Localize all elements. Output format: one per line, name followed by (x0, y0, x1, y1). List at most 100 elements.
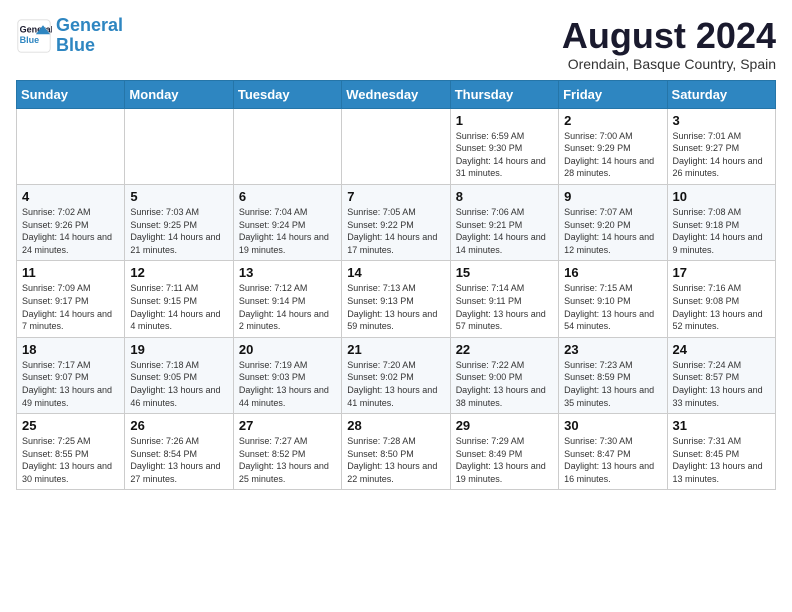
day-number: 28 (347, 418, 444, 433)
day-cell: 20 Sunrise: 7:19 AM Sunset: 9:03 PM Dayli… (233, 337, 341, 413)
day-cell: 1 Sunrise: 6:59 AM Sunset: 9:30 PM Daylig… (450, 108, 558, 184)
day-number: 16 (564, 265, 661, 280)
day-number: 13 (239, 265, 336, 280)
day-info: Sunrise: 7:01 AM Sunset: 9:27 PM Dayligh… (673, 130, 770, 180)
day-cell: 21 Sunrise: 7:20 AM Sunset: 9:02 PM Dayli… (342, 337, 450, 413)
day-cell: 18 Sunrise: 7:17 AM Sunset: 9:07 PM Dayli… (17, 337, 125, 413)
day-info: Sunrise: 7:29 AM Sunset: 8:49 PM Dayligh… (456, 435, 553, 485)
day-info: Sunrise: 6:59 AM Sunset: 9:30 PM Dayligh… (456, 130, 553, 180)
day-info: Sunrise: 7:20 AM Sunset: 9:02 PM Dayligh… (347, 359, 444, 409)
day-info: Sunrise: 7:24 AM Sunset: 8:57 PM Dayligh… (673, 359, 770, 409)
day-info: Sunrise: 7:22 AM Sunset: 9:00 PM Dayligh… (456, 359, 553, 409)
day-info: Sunrise: 7:14 AM Sunset: 9:11 PM Dayligh… (456, 282, 553, 332)
day-cell: 19 Sunrise: 7:18 AM Sunset: 9:05 PM Dayli… (125, 337, 233, 413)
day-info: Sunrise: 7:03 AM Sunset: 9:25 PM Dayligh… (130, 206, 227, 256)
day-number: 12 (130, 265, 227, 280)
location: Orendain, Basque Country, Spain (562, 56, 776, 72)
day-info: Sunrise: 7:18 AM Sunset: 9:05 PM Dayligh… (130, 359, 227, 409)
day-cell: 17Sunrise: 7:16 AM Sunset: 9:08 PM Dayli… (667, 261, 775, 337)
day-number: 9 (564, 189, 661, 204)
day-info: Sunrise: 7:08 AM Sunset: 9:18 PM Dayligh… (673, 206, 770, 256)
logo: General Blue GeneralBlue (16, 16, 123, 56)
day-number: 27 (239, 418, 336, 433)
day-cell: 22 Sunrise: 7:22 AM Sunset: 9:00 PM Dayli… (450, 337, 558, 413)
day-cell: 9 Sunrise: 7:07 AM Sunset: 9:20 PM Daylig… (559, 184, 667, 260)
day-cell (233, 108, 341, 184)
day-info: Sunrise: 7:09 AM Sunset: 9:17 PM Dayligh… (22, 282, 119, 332)
day-info: Sunrise: 7:00 AM Sunset: 9:29 PM Dayligh… (564, 130, 661, 180)
day-info: Sunrise: 7:11 AM Sunset: 9:15 PM Dayligh… (130, 282, 227, 332)
day-cell (125, 108, 233, 184)
day-number: 1 (456, 113, 553, 128)
weekday-wednesday: Wednesday (342, 80, 450, 108)
day-info: Sunrise: 7:15 AM Sunset: 9:10 PM Dayligh… (564, 282, 661, 332)
day-info: Sunrise: 7:06 AM Sunset: 9:21 PM Dayligh… (456, 206, 553, 256)
day-cell: 25 Sunrise: 7:25 AM Sunset: 8:55 PM Dayli… (17, 414, 125, 490)
day-cell: 6 Sunrise: 7:04 AM Sunset: 9:24 PM Daylig… (233, 184, 341, 260)
logo-icon: General Blue (16, 18, 52, 54)
day-info: Sunrise: 7:19 AM Sunset: 9:03 PM Dayligh… (239, 359, 336, 409)
day-number: 25 (22, 418, 119, 433)
day-cell: 11Sunrise: 7:09 AM Sunset: 9:17 PM Dayli… (17, 261, 125, 337)
day-info: Sunrise: 7:17 AM Sunset: 9:07 PM Dayligh… (22, 359, 119, 409)
day-cell (17, 108, 125, 184)
day-number: 17 (673, 265, 770, 280)
day-cell: 28 Sunrise: 7:28 AM Sunset: 8:50 PM Dayli… (342, 414, 450, 490)
day-cell: 31 Sunrise: 7:31 AM Sunset: 8:45 PM Dayli… (667, 414, 775, 490)
day-cell: 2Sunrise: 7:00 AM Sunset: 9:29 PM Daylig… (559, 108, 667, 184)
day-number: 7 (347, 189, 444, 204)
logo-text: GeneralBlue (56, 16, 123, 56)
day-number: 8 (456, 189, 553, 204)
day-number: 3 (673, 113, 770, 128)
day-number: 6 (239, 189, 336, 204)
calendar: SundayMondayTuesdayWednesdayThursdayFrid… (16, 80, 776, 491)
day-number: 29 (456, 418, 553, 433)
day-number: 24 (673, 342, 770, 357)
day-cell: 14 Sunrise: 7:13 AM Sunset: 9:13 PM Dayli… (342, 261, 450, 337)
week-row-2: 11Sunrise: 7:09 AM Sunset: 9:17 PM Dayli… (17, 261, 776, 337)
day-info: Sunrise: 7:12 AM Sunset: 9:14 PM Dayligh… (239, 282, 336, 332)
day-cell: 13 Sunrise: 7:12 AM Sunset: 9:14 PM Dayli… (233, 261, 341, 337)
day-cell: 16 Sunrise: 7:15 AM Sunset: 9:10 PM Dayli… (559, 261, 667, 337)
weekday-monday: Monday (125, 80, 233, 108)
day-info: Sunrise: 7:26 AM Sunset: 8:54 PM Dayligh… (130, 435, 227, 485)
day-info: Sunrise: 7:07 AM Sunset: 9:20 PM Dayligh… (564, 206, 661, 256)
day-info: Sunrise: 7:31 AM Sunset: 8:45 PM Dayligh… (673, 435, 770, 485)
day-info: Sunrise: 7:30 AM Sunset: 8:47 PM Dayligh… (564, 435, 661, 485)
day-number: 19 (130, 342, 227, 357)
day-info: Sunrise: 7:28 AM Sunset: 8:50 PM Dayligh… (347, 435, 444, 485)
day-info: Sunrise: 7:04 AM Sunset: 9:24 PM Dayligh… (239, 206, 336, 256)
day-cell: 29 Sunrise: 7:29 AM Sunset: 8:49 PM Dayli… (450, 414, 558, 490)
day-number: 20 (239, 342, 336, 357)
week-row-4: 25 Sunrise: 7:25 AM Sunset: 8:55 PM Dayli… (17, 414, 776, 490)
day-number: 21 (347, 342, 444, 357)
day-number: 30 (564, 418, 661, 433)
weekday-tuesday: Tuesday (233, 80, 341, 108)
week-row-3: 18 Sunrise: 7:17 AM Sunset: 9:07 PM Dayli… (17, 337, 776, 413)
day-number: 5 (130, 189, 227, 204)
day-number: 18 (22, 342, 119, 357)
day-cell: 15 Sunrise: 7:14 AM Sunset: 9:11 PM Dayli… (450, 261, 558, 337)
week-row-1: 4 Sunrise: 7:02 AM Sunset: 9:26 PM Daylig… (17, 184, 776, 260)
day-cell: 5 Sunrise: 7:03 AM Sunset: 9:25 PM Daylig… (125, 184, 233, 260)
day-number: 14 (347, 265, 444, 280)
day-cell: 30 Sunrise: 7:30 AM Sunset: 8:47 PM Dayli… (559, 414, 667, 490)
weekday-thursday: Thursday (450, 80, 558, 108)
day-cell: 27Sunrise: 7:27 AM Sunset: 8:52 PM Dayli… (233, 414, 341, 490)
day-info: Sunrise: 7:02 AM Sunset: 9:26 PM Dayligh… (22, 206, 119, 256)
svg-text:Blue: Blue (20, 35, 40, 45)
day-info: Sunrise: 7:13 AM Sunset: 9:13 PM Dayligh… (347, 282, 444, 332)
weekday-friday: Friday (559, 80, 667, 108)
day-info: Sunrise: 7:25 AM Sunset: 8:55 PM Dayligh… (22, 435, 119, 485)
weekday-header-row: SundayMondayTuesdayWednesdayThursdayFrid… (17, 80, 776, 108)
month-title: August 2024 (562, 16, 776, 56)
day-cell: 10 Sunrise: 7:08 AM Sunset: 9:18 PM Dayli… (667, 184, 775, 260)
day-number: 15 (456, 265, 553, 280)
day-number: 4 (22, 189, 119, 204)
day-number: 10 (673, 189, 770, 204)
day-cell (342, 108, 450, 184)
day-number: 22 (456, 342, 553, 357)
day-cell: 12 Sunrise: 7:11 AM Sunset: 9:15 PM Dayli… (125, 261, 233, 337)
day-number: 31 (673, 418, 770, 433)
day-number: 26 (130, 418, 227, 433)
